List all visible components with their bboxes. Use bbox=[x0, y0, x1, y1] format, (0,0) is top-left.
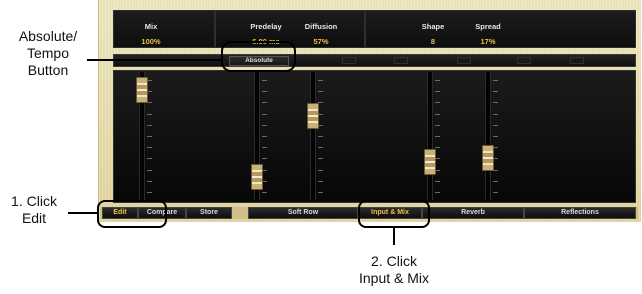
edit-callout-line bbox=[68, 212, 98, 214]
predelay-scale-tick bbox=[262, 91, 267, 93]
mix-scale-tick bbox=[147, 158, 152, 160]
mix-scale-tick bbox=[147, 113, 152, 115]
slider-panel bbox=[113, 70, 636, 203]
tab-reflections[interactable]: Reflections bbox=[524, 207, 636, 219]
mix-scale-tick bbox=[147, 180, 152, 182]
predelay-label[interactable]: Predelay bbox=[236, 22, 296, 31]
annotation-line: 2. Click bbox=[371, 253, 417, 269]
annotation-line: Edit bbox=[21, 210, 47, 226]
mix-scale-tick bbox=[147, 136, 152, 137]
shape-spread-display: Shape 8 Spread 17% bbox=[365, 10, 636, 48]
shape-scale-tick bbox=[435, 136, 440, 137]
spread-fader-track[interactable] bbox=[485, 72, 491, 200]
shape-scale-tick bbox=[435, 80, 440, 81]
diffusion-scale-tick bbox=[318, 136, 323, 137]
predelay-scale-tick bbox=[262, 102, 267, 104]
diffusion-scale-tick bbox=[318, 180, 323, 182]
edit-annotation: 1. Click Edit bbox=[2, 193, 66, 227]
absolute-callout-line bbox=[87, 59, 221, 61]
absolute-annotation: Absolute/ Tempo Button bbox=[6, 28, 90, 79]
mix-label: Mix bbox=[144, 22, 158, 31]
tab-reverb[interactable]: Reverb bbox=[422, 207, 524, 219]
spread-scale-tick bbox=[493, 113, 498, 115]
spread-scale-tick bbox=[493, 124, 498, 126]
row-indicator bbox=[342, 57, 356, 64]
predelay-scale-tick bbox=[262, 158, 267, 160]
spread-scale-tick bbox=[493, 80, 498, 81]
diffusion-scale-tick bbox=[318, 192, 323, 193]
diffusion-scale-tick bbox=[318, 91, 323, 93]
shape-scale-tick bbox=[435, 147, 440, 149]
diffusion-scale-tick bbox=[318, 147, 323, 149]
shape-scale-tick bbox=[435, 192, 440, 193]
shape-value[interactable]: 8 bbox=[408, 37, 458, 46]
annotation-line: 1. Click bbox=[11, 193, 57, 209]
spread-scale-tick bbox=[493, 102, 498, 104]
row-indicator bbox=[457, 57, 471, 64]
annotation-line: Tempo bbox=[26, 45, 70, 61]
mix-value: 100% bbox=[141, 37, 161, 46]
edit-callout-ring bbox=[97, 200, 167, 228]
spread-value[interactable]: 17% bbox=[463, 37, 513, 46]
tab-soft-row[interactable]: Soft Row bbox=[248, 207, 358, 219]
predelay-scale-tick bbox=[262, 80, 267, 81]
absolute-callout-ring bbox=[221, 41, 296, 72]
row-indicator bbox=[517, 57, 531, 64]
shape-scale-tick bbox=[435, 124, 440, 126]
mix-fader-handle[interactable] bbox=[136, 77, 148, 104]
input-mix-callout-line bbox=[393, 228, 395, 245]
predelay-scale-tick bbox=[262, 124, 267, 126]
diffusion-fader-track[interactable] bbox=[310, 72, 316, 200]
mix-scale-tick bbox=[147, 147, 152, 149]
annotation-line: Absolute/ bbox=[18, 28, 78, 44]
diffusion-label[interactable]: Diffusion bbox=[291, 22, 351, 31]
tab-store[interactable]: Store bbox=[186, 207, 232, 219]
row-indicator bbox=[394, 57, 408, 64]
shape-scale-tick bbox=[435, 180, 440, 182]
spread-label[interactable]: Spread bbox=[463, 22, 513, 31]
predelay-scale-tick bbox=[262, 147, 267, 149]
row-indicator bbox=[570, 57, 584, 64]
spread-fader-handle[interactable] bbox=[482, 145, 494, 172]
spread-scale-tick bbox=[493, 91, 498, 93]
mix-scale-tick bbox=[147, 169, 152, 171]
diffusion-scale-tick bbox=[318, 80, 323, 81]
spread-scale-tick bbox=[493, 180, 498, 182]
diffusion-fader-handle[interactable] bbox=[307, 102, 319, 129]
shape-label[interactable]: Shape bbox=[408, 22, 458, 31]
spread-scale-tick bbox=[493, 136, 498, 137]
diffusion-scale-tick bbox=[318, 169, 323, 171]
predelay-scale-tick bbox=[262, 136, 267, 137]
shape-fader-handle[interactable] bbox=[424, 148, 436, 175]
predelay-fader-handle[interactable] bbox=[251, 163, 263, 190]
predelay-scale-tick bbox=[262, 192, 267, 193]
shape-fader-track[interactable] bbox=[427, 72, 433, 200]
annotation-line: Input & Mix bbox=[358, 270, 430, 286]
input-mix-annotation: 2. Click Input & Mix bbox=[340, 253, 448, 287]
shape-scale-tick bbox=[435, 91, 440, 93]
annotation-line: Button bbox=[27, 62, 69, 78]
diffusion-scale-tick bbox=[318, 158, 323, 160]
mix-scale-tick bbox=[147, 124, 152, 126]
input-mix-callout-ring bbox=[358, 200, 430, 228]
shape-scale-tick bbox=[435, 102, 440, 104]
diffusion-value[interactable]: 57% bbox=[291, 37, 351, 46]
mix-scale-tick bbox=[147, 192, 152, 193]
spread-scale-tick bbox=[493, 192, 498, 193]
mix-display[interactable]: Mix 100% bbox=[113, 10, 215, 48]
predelay-scale-tick bbox=[262, 113, 267, 115]
shape-scale-tick bbox=[435, 113, 440, 115]
